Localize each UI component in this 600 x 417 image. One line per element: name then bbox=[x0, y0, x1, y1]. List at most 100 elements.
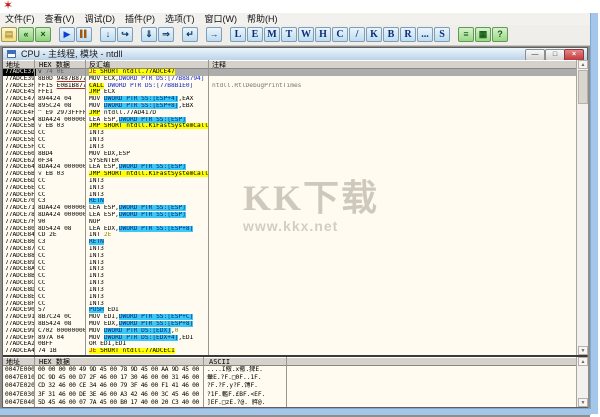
column-divider[interactable] bbox=[208, 60, 209, 355]
close-program-button[interactable]: × bbox=[35, 27, 51, 42]
pause-button[interactable]: ▌▌ bbox=[76, 27, 92, 42]
menu-item-5[interactable]: 窗口(W) bbox=[200, 13, 243, 25]
scroll-down-icon[interactable]: ▼ bbox=[578, 398, 588, 407]
disassembly-pane[interactable]: 77ADCE37v 74 0EJE SHORT ntdll.77ADCE4777… bbox=[3, 69, 587, 355]
asm-row[interactable]: 77ADCE88CCINT3 bbox=[3, 253, 587, 260]
dump-scrollbar[interactable]: ▲ ▼ bbox=[576, 357, 588, 407]
asm-row[interactable]: 77ADCE918B7C24 0CMOV EDI,DWORD PTR SS:[E… bbox=[3, 314, 587, 321]
menu-item-4[interactable]: 选项(T) bbox=[160, 13, 200, 25]
asm-row[interactable]: 77ADCE6FCCINT3 bbox=[3, 192, 587, 199]
debug-options-button[interactable]: ≡ bbox=[458, 27, 474, 42]
dump-row[interactable]: 0047E010DC 9D 45 00 D7 2F 46 00 17 30 46… bbox=[3, 374, 587, 382]
asm-row[interactable]: 77ADCE718DA424 00000000LEA ESP,DWORD PTR… bbox=[3, 205, 587, 212]
asm-row[interactable]: 77ADCE4B895C24 08MOV DWORD PTR SS:[ESP+8… bbox=[3, 103, 587, 110]
open-file-button[interactable]: ▤ bbox=[1, 27, 17, 42]
dump-row[interactable]: 0047E0303F 31 46 00 DE 3E 46 00 A3 42 46… bbox=[3, 391, 587, 399]
animate-into-button[interactable]: ⇓ bbox=[141, 27, 157, 42]
asm-row[interactable]: 77ADCE3FFF15 E0B1B877CALL DWORD PTR DS:[… bbox=[3, 83, 587, 90]
asm-row[interactable]: 77ADCE5ECCINT3 bbox=[3, 137, 587, 144]
asm-row[interactable]: 77ADCE788DA424 00000000LEA ESP,DWORD PTR… bbox=[3, 212, 587, 219]
asm-row[interactable]: 77ADCE398B0D 9487B877MOV ECX,DWORD PTR D… bbox=[3, 76, 587, 83]
dump-row[interactable]: 0047E020CD 32 46 00 CE 34 46 00 79 3F 46… bbox=[3, 382, 587, 390]
dump-pane[interactable]: 0047E00000 00 00 00 49 9D 45 00 78 9D 45… bbox=[3, 366, 587, 407]
scroll-up-icon[interactable]: ▲ bbox=[578, 357, 588, 366]
call-stack-button[interactable]: K bbox=[366, 27, 382, 42]
run-trace-button[interactable]: ... bbox=[417, 27, 433, 42]
asm-row[interactable]: 77ADCE8ACCINT3 bbox=[3, 266, 587, 273]
memory-map-button[interactable]: M bbox=[264, 27, 280, 42]
asm-row[interactable]: 77ADCE87CCINT3 bbox=[3, 246, 587, 253]
cpu-button[interactable]: C bbox=[332, 27, 348, 42]
appearance-button[interactable]: ▦ bbox=[475, 27, 491, 42]
dump-row[interactable]: 0047E0405D 45 46 00 07 7A 45 00 B0 17 40… bbox=[3, 399, 587, 407]
asm-row[interactable]: 77ADCE99C702 00000000MOV DWORD PTR DS:[E… bbox=[3, 328, 587, 335]
references-button[interactable]: R bbox=[400, 27, 416, 42]
log-window-button[interactable]: L bbox=[230, 27, 246, 42]
column-divider[interactable] bbox=[203, 357, 204, 407]
run-button[interactable]: ▶ bbox=[59, 27, 75, 42]
asm-row[interactable]: 77ADCE6ECCINT3 bbox=[3, 185, 587, 192]
asm-row[interactable]: 77ADCE5FCCINT3 bbox=[3, 144, 587, 151]
scrollbar-thumb[interactable] bbox=[578, 70, 588, 104]
asm-row[interactable]: 77ADCE84CD 2EINT 2E bbox=[3, 232, 587, 239]
asm-instruction: INT 2E bbox=[89, 232, 209, 239]
step-into-button[interactable]: ↓ bbox=[100, 27, 116, 42]
asm-row[interactable]: 77ADCE7F90NOP bbox=[3, 219, 587, 226]
scroll-down-icon[interactable]: ▼ bbox=[578, 346, 588, 355]
asm-row[interactable]: 77ADCE70C3RETN bbox=[3, 198, 587, 205]
asm-row[interactable]: 77ADCEA20BFFOR EDI,EDI bbox=[3, 341, 587, 348]
asm-row[interactable]: 77ADCE620F34SYSENTER bbox=[3, 158, 587, 165]
source-button[interactable]: S bbox=[434, 27, 450, 42]
asm-row[interactable]: 77ADCEA474 1BJE SHORT ntdll.77ADCEC1 bbox=[3, 348, 587, 355]
restart-button[interactable]: « bbox=[18, 27, 34, 42]
asm-instruction: MOV EDX,ESP bbox=[89, 151, 209, 158]
asm-row[interactable]: 77ADCE5Bv EB 03JMP SHORT ntdll.KiFastSys… bbox=[3, 123, 587, 130]
code-token: INT3 bbox=[89, 253, 104, 259]
column-divider[interactable] bbox=[34, 357, 35, 407]
menu-item-6[interactable]: 帮助(H) bbox=[242, 13, 283, 25]
execute-till-return-button[interactable]: ↵ bbox=[182, 27, 198, 42]
asm-row[interactable]: 77ADCE808D5424 08LEA EDX,DWORD PTR SS:[E… bbox=[3, 226, 587, 233]
column-divider[interactable] bbox=[34, 60, 35, 355]
asm-row[interactable]: 77ADCE608BD4MOV EDX,ESP bbox=[3, 151, 587, 158]
asm-address: 77ADCE6B bbox=[5, 171, 35, 178]
asm-row[interactable]: 77ADCE548DA424 00000000LEA ESP,DWORD PTR… bbox=[3, 117, 587, 124]
column-divider[interactable] bbox=[286, 357, 287, 407]
asm-row[interactable]: 77ADCE9F897A 04MOV DWORD PTR DS:[EDX+4],… bbox=[3, 335, 587, 342]
asm-row[interactable]: 77ADCE9057PUSH EDI bbox=[3, 307, 587, 314]
asm-row[interactable]: 77ADCE4F^ E9 2973FFFFJMP ntdll.77AD417D bbox=[3, 110, 587, 117]
handles-button[interactable]: H bbox=[315, 27, 331, 42]
asm-row[interactable]: 77ADCE47894424 04MOV DWORD PTR SS:[ESP+4… bbox=[3, 96, 587, 103]
dump-row[interactable]: 0047E00000 00 00 00 49 9D 45 00 78 9D 45… bbox=[3, 366, 587, 374]
go-to-address-button[interactable]: → bbox=[206, 27, 222, 42]
asm-row[interactable]: 77ADCE8DCCINT3 bbox=[3, 287, 587, 294]
asm-row[interactable]: 77ADCE45FFE1JMP ECX bbox=[3, 89, 587, 96]
asm-row[interactable]: 77ADCE8ECCINT3 bbox=[3, 294, 587, 301]
step-over-button[interactable]: ↪ bbox=[117, 27, 133, 42]
executable-modules-button[interactable]: E bbox=[247, 27, 263, 42]
asm-row[interactable]: 77ADCE648DA424 00000000LEA ESP,DWORD PTR… bbox=[3, 164, 587, 171]
column-divider[interactable] bbox=[85, 60, 86, 355]
threads-button[interactable]: T bbox=[281, 27, 297, 42]
asm-row[interactable]: 77ADCE89CCINT3 bbox=[3, 260, 587, 267]
asm-row[interactable]: 77ADCE5DCCINT3 bbox=[3, 130, 587, 137]
menu-item-1[interactable]: 查看(V) bbox=[40, 13, 80, 25]
menu-item-2[interactable]: 调试(D) bbox=[80, 13, 121, 25]
asm-row[interactable]: 77ADCE958B5424 08MOV EDX,DWORD PTR SS:[E… bbox=[3, 321, 587, 328]
asm-row[interactable]: 77ADCE8FCCINT3 bbox=[3, 301, 587, 308]
asm-row[interactable]: 77ADCE8CCCINT3 bbox=[3, 280, 587, 287]
scroll-up-icon[interactable]: ▲ bbox=[578, 60, 588, 69]
disassembly-scrollbar[interactable]: ▲ ▼ bbox=[576, 60, 588, 355]
patches-button[interactable]: / bbox=[349, 27, 365, 42]
menu-item-0[interactable]: 文件(F) bbox=[0, 13, 40, 25]
breakpoints-button[interactable]: B bbox=[383, 27, 399, 42]
windows-button[interactable]: W bbox=[298, 27, 314, 42]
menu-item-3[interactable]: 插件(P) bbox=[120, 13, 160, 25]
asm-row[interactable]: 77ADCE8BCCINT3 bbox=[3, 273, 587, 280]
asm-row[interactable]: 77ADCE86C3RETN bbox=[3, 239, 587, 246]
asm-row[interactable]: 77ADCE37v 74 0EJE SHORT ntdll.77ADCE47 bbox=[3, 69, 587, 76]
animate-over-button[interactable]: ⇒ bbox=[158, 27, 174, 42]
asm-row[interactable]: 77ADCE6DCCINT3 bbox=[3, 178, 587, 185]
help-button[interactable]: ? bbox=[492, 27, 508, 42]
asm-row[interactable]: 77ADCE6Bv EB 03JMP SHORT ntdll.KiFastSys… bbox=[3, 171, 587, 178]
